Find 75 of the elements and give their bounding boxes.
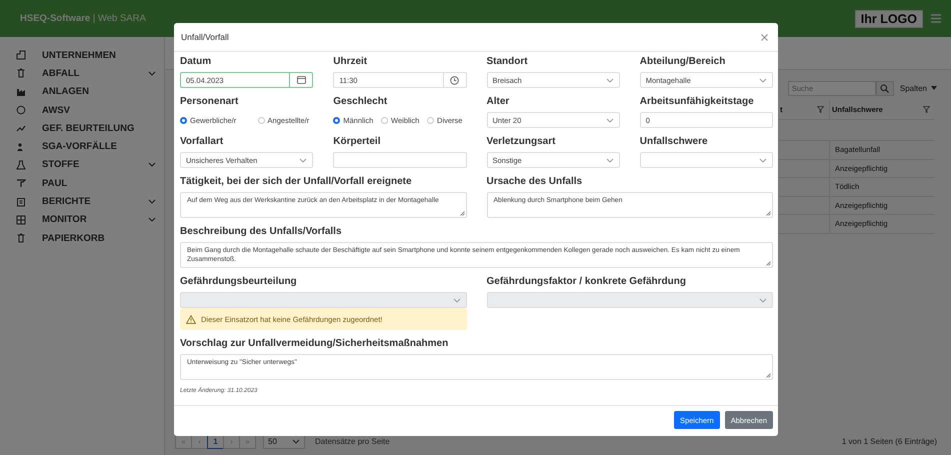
chevron-down-icon bbox=[148, 70, 156, 76]
field-label: Datum bbox=[180, 56, 212, 67]
field-label: Unfallschwere bbox=[640, 136, 709, 147]
chevron-down-icon bbox=[299, 158, 308, 162]
clock-icon bbox=[450, 76, 459, 84]
field-label: Vorschlag zur Unfallvermeidung/Sicherheitsmaßnahmen bbox=[180, 338, 450, 349]
chevron-down-icon bbox=[759, 78, 767, 82]
field-label: Uhrzeit bbox=[333, 56, 368, 67]
sidebar-item[interactable]: PAPIERKORB bbox=[0, 228, 164, 248]
select-field[interactable] bbox=[640, 152, 773, 168]
trash-icon bbox=[16, 68, 26, 78]
resize-grip-icon bbox=[766, 211, 771, 216]
field-label: Vorfallart bbox=[180, 136, 224, 147]
resize-grip-icon bbox=[766, 261, 771, 266]
field-label: Ursache des Unfalls bbox=[486, 176, 584, 187]
close-button[interactable] bbox=[759, 32, 770, 42]
chevron-down-icon bbox=[292, 438, 300, 444]
chevron-down-icon bbox=[606, 158, 614, 162]
chevron-down-icon bbox=[759, 298, 767, 302]
logo: Ihr LOGO bbox=[854, 10, 923, 28]
field-label: Personenart bbox=[180, 96, 240, 107]
sidebar-item[interactable]: ABFALL bbox=[0, 64, 164, 83]
chart-icon bbox=[16, 123, 26, 134]
sidebar-item[interactable]: MONITOR bbox=[0, 210, 164, 229]
columns-button[interactable]: Spalten bbox=[900, 84, 937, 92]
menu-icon bbox=[931, 14, 941, 23]
sidebar-item[interactable]: PAUL bbox=[0, 174, 164, 192]
field-label: Körperteil bbox=[333, 136, 382, 147]
caret-icon bbox=[931, 86, 937, 90]
chevron-down-icon bbox=[148, 162, 156, 168]
field-label: Gefährdungsfaktor / konkrete Gefährdung bbox=[486, 276, 687, 287]
field-label: Geschlecht bbox=[333, 96, 388, 107]
modal-title: Unfall/Vorfall bbox=[181, 32, 229, 42]
calendar-icon bbox=[296, 76, 306, 84]
warning-icon bbox=[186, 314, 196, 324]
sidebar-item[interactable]: BERICHTE bbox=[0, 192, 164, 211]
resize-grip-icon bbox=[460, 211, 464, 216]
input-field[interactable] bbox=[333, 152, 466, 168]
building-icon bbox=[16, 50, 26, 60]
resize-grip-icon bbox=[766, 373, 771, 378]
field-label: Abteilung/Bereich bbox=[640, 56, 726, 67]
sidebar-item[interactable]: ANLAGEN bbox=[0, 82, 164, 101]
app-title: HSEQ-Software | Web SARA bbox=[20, 13, 146, 24]
field-label: Standort bbox=[486, 56, 529, 67]
field-label: Alter bbox=[486, 96, 510, 107]
search-icon bbox=[880, 84, 890, 92]
chevron-down-icon bbox=[148, 217, 156, 222]
sidebar-item[interactable]: STOFFE bbox=[0, 156, 164, 174]
page-size-label: Datensätze pro Seite bbox=[315, 436, 390, 446]
chevron-down-icon bbox=[759, 158, 767, 162]
field-label: Beschreibung des Unfalls/Vorfalls bbox=[180, 226, 343, 237]
sidebar-item[interactable]: UNTERNEHMEN bbox=[0, 46, 164, 64]
field-label: Gefährdungsbeurteilung bbox=[180, 276, 298, 287]
grid-icon bbox=[16, 214, 26, 225]
chevron-down-icon bbox=[606, 118, 614, 122]
close-icon bbox=[761, 34, 768, 40]
field-label: Verletzungsart bbox=[486, 136, 556, 147]
field-label: Arbeitsunfähigkeitstage bbox=[640, 96, 755, 107]
flask-icon bbox=[16, 160, 26, 170]
chevron-down-icon bbox=[606, 78, 614, 82]
filter-icon bbox=[923, 106, 930, 112]
factory-icon bbox=[16, 86, 26, 97]
chevron-down-icon bbox=[452, 298, 460, 302]
field-label: Tätigkeit, bei der sich der Unfall/Vorfall ereignete bbox=[180, 176, 413, 187]
search-button[interactable] bbox=[876, 80, 894, 96]
sign-icon bbox=[16, 178, 26, 188]
sidebar-item[interactable]: SGA-VORFÄLLE bbox=[0, 137, 164, 156]
sidebar-item[interactable]: GEF. BEURTEILUNG bbox=[0, 119, 164, 138]
clipboard-icon bbox=[16, 196, 26, 207]
globe-icon bbox=[16, 105, 26, 116]
filter-icon bbox=[817, 106, 824, 112]
sidebar-item[interactable]: AWSV bbox=[0, 100, 164, 120]
chevron-down-icon bbox=[148, 199, 156, 204]
trash-icon bbox=[16, 233, 26, 244]
page-summary: 1 von 1 Seiten (6 Einträge) bbox=[842, 436, 937, 446]
